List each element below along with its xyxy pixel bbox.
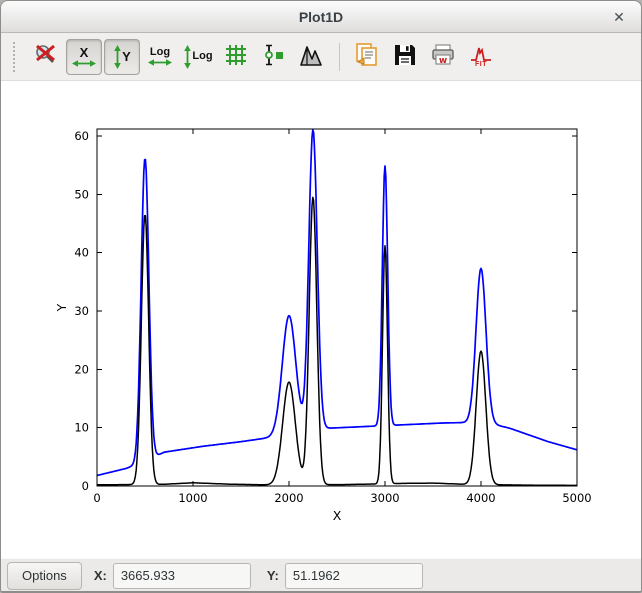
svg-text:40: 40 bbox=[74, 246, 89, 260]
close-icon[interactable]: ✕ bbox=[607, 1, 631, 33]
crosshair-points-icon bbox=[261, 42, 287, 71]
plot-area[interactable]: 0 1000 2000 3000 4000 5000 0 10 20 30 40 50 60 X Y bbox=[1, 81, 641, 558]
y-autoscale-button[interactable]: Y bbox=[104, 39, 140, 75]
svg-text:2000: 2000 bbox=[274, 491, 303, 505]
x-coordinate-label: X: bbox=[94, 568, 107, 583]
svg-text:10: 10 bbox=[74, 421, 89, 435]
grid-icon bbox=[223, 42, 249, 71]
crosshair-points-button[interactable] bbox=[256, 39, 292, 75]
svg-text:30: 30 bbox=[74, 304, 89, 318]
svg-text:3000: 3000 bbox=[370, 491, 399, 505]
svg-text:1000: 1000 bbox=[178, 491, 207, 505]
y-autoscale-icon: Y bbox=[113, 45, 131, 69]
zoom-reset-icon bbox=[33, 42, 59, 71]
peaks-icon bbox=[299, 42, 325, 71]
svg-text:0: 0 bbox=[93, 491, 100, 505]
fit-button[interactable]: FIT bbox=[463, 39, 499, 75]
svg-text:5000: 5000 bbox=[562, 491, 591, 505]
zoom-reset-button[interactable] bbox=[28, 39, 64, 75]
window-title: Plot1D bbox=[299, 9, 343, 25]
options-button[interactable]: Options bbox=[7, 562, 82, 590]
grid-toggle-button[interactable] bbox=[218, 39, 254, 75]
fit-icon: FIT bbox=[468, 46, 494, 68]
plot1d-window: Plot1D ✕ X bbox=[0, 0, 642, 593]
x-log-icon: Log bbox=[148, 47, 172, 67]
title-bar[interactable]: Plot1D ✕ bbox=[1, 1, 641, 33]
peaks-search-button[interactable] bbox=[294, 39, 330, 75]
clipboard-icon bbox=[354, 42, 380, 71]
copy-clipboard-button[interactable] bbox=[349, 39, 385, 75]
svg-text:Y: Y bbox=[54, 303, 69, 312]
svg-text:w: w bbox=[439, 56, 447, 66]
y-log-icon: Log bbox=[183, 45, 212, 69]
x-log-button[interactable]: Log bbox=[142, 39, 178, 75]
y-coordinate-label: Y: bbox=[267, 568, 279, 583]
svg-text:0: 0 bbox=[82, 479, 89, 493]
svg-text:4000: 4000 bbox=[466, 491, 495, 505]
status-bar: Options X: Y: bbox=[1, 558, 641, 592]
svg-text:60: 60 bbox=[74, 129, 89, 143]
svg-text:X: X bbox=[333, 508, 342, 523]
printer-icon: w bbox=[430, 42, 456, 71]
plot-toolbar: X Y Log bbox=[1, 33, 641, 81]
y-log-button[interactable]: Log bbox=[180, 39, 216, 75]
print-button[interactable]: w bbox=[425, 39, 461, 75]
save-floppy-icon bbox=[392, 42, 418, 71]
svg-text:20: 20 bbox=[74, 362, 89, 376]
save-button[interactable] bbox=[387, 39, 423, 75]
y-coordinate-field[interactable] bbox=[285, 563, 423, 589]
svg-text:50: 50 bbox=[74, 187, 89, 201]
x-autoscale-icon: X bbox=[72, 46, 96, 68]
plot-canvas[interactable]: 0 1000 2000 3000 4000 5000 0 10 20 30 40 50 60 X Y bbox=[1, 81, 641, 558]
x-coordinate-field[interactable] bbox=[113, 563, 251, 589]
toolbar-drag-handle[interactable] bbox=[13, 42, 19, 72]
toolbar-separator bbox=[339, 43, 340, 71]
x-autoscale-button[interactable]: X bbox=[66, 39, 102, 75]
